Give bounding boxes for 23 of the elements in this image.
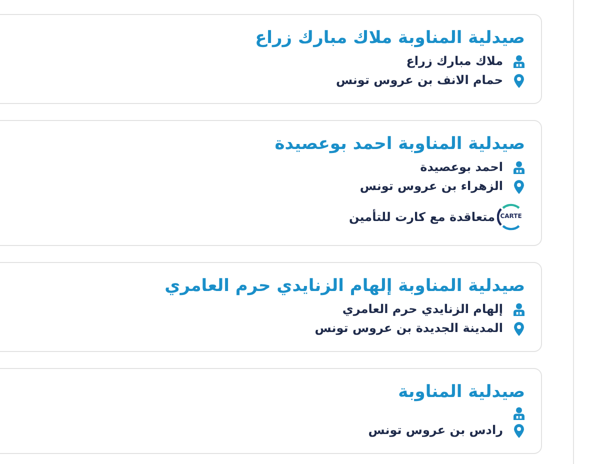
owner-name: ملاك مبارك زراع: [406, 53, 503, 70]
location-pin-icon: [514, 180, 524, 194]
address-text: رادس بن عروس تونس: [368, 422, 503, 439]
owner-name: احمد بوعصيدة: [420, 159, 503, 176]
owner-name: إلهام الزنايدي حرم العامري: [342, 301, 503, 318]
location-pin-icon: [514, 74, 524, 88]
pharmacy-title[interactable]: صيدلية المناوبة: [398, 379, 525, 405]
pharmacy-title[interactable]: صيدلية المناوبة إلهام الزنايدي حرم العامري: [164, 273, 525, 299]
pharmacy-card[interactable]: صيدلية المناوبة إلهام الزنايدي حرم العامري إلهام الزنايدي حرم العامري المدينة الجديدة بن عروس تونس: [0, 262, 542, 352]
pharmacy-card[interactable]: صيدلية المناوبة ملاك مبارك زراع ملاك مبارك زراع حمام الانف بن عروس تونس: [0, 14, 542, 104]
person-icon: [513, 303, 525, 316]
location-pin-icon: [514, 322, 524, 336]
address-text: الزهراء بن عروس تونس: [360, 178, 503, 195]
address-text: حمام الانف بن عروس تونس: [336, 72, 503, 89]
address-text: المدينة الجديدة بن عروس تونس: [314, 320, 503, 337]
location-pin-icon: [514, 424, 524, 438]
person-icon: [513, 407, 525, 420]
pharmacy-card[interactable]: صيدلية المناوبة رادس بن عروس تونس: [0, 368, 542, 454]
pharmacy-title[interactable]: صيدلية المناوبة احمد بوعصيدة: [274, 131, 525, 157]
insurance-text: متعاقدة مع كارت للتأمين: [348, 208, 495, 226]
pharmacy-title[interactable]: صيدلية المناوبة ملاك مبارك زراع: [255, 25, 525, 51]
person-icon: [513, 161, 525, 174]
person-icon: [513, 55, 525, 68]
